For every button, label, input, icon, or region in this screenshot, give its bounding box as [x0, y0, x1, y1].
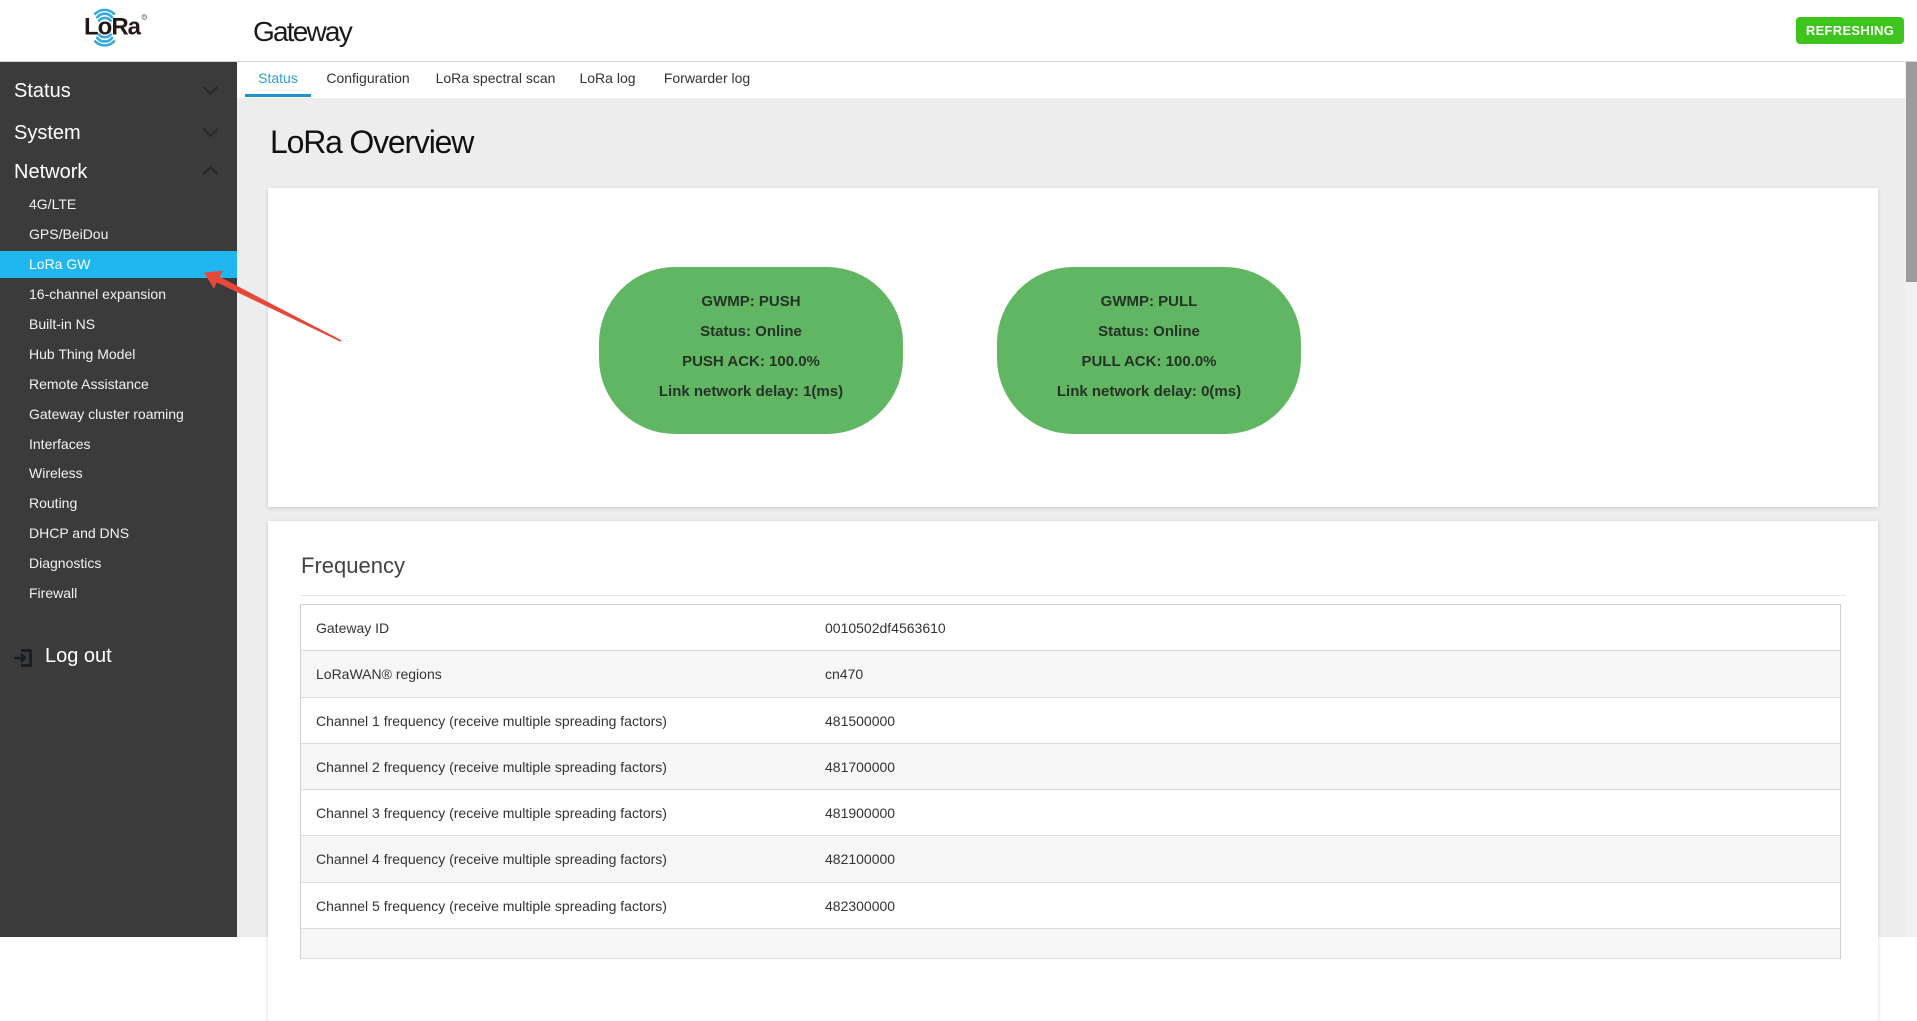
- svg-text:LoRa: LoRa: [84, 14, 142, 41]
